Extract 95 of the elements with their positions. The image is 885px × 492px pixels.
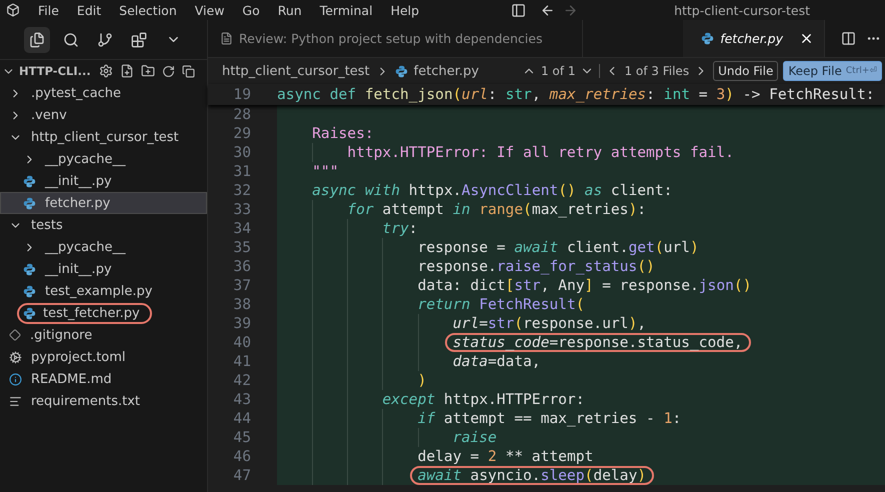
keep-file-button[interactable]: Keep File Ctrl+⏎: [783, 61, 882, 81]
line-number: 44: [232, 409, 252, 428]
line-number: 43: [232, 390, 252, 409]
line-number: 35: [232, 238, 252, 257]
line-number: 36: [232, 257, 252, 276]
line-number: 45: [232, 428, 252, 447]
tree-item[interactable]: .gitignore: [0, 324, 207, 346]
line-number: 19: [232, 85, 252, 104]
line-number: 40: [232, 333, 252, 352]
line-number: 42: [232, 371, 252, 390]
gear-icon: [9, 350, 22, 364]
line-number: 28: [232, 105, 252, 124]
line-number: 47: [232, 466, 252, 485]
tree-item[interactable]: test_example.py: [0, 280, 207, 302]
tree-item[interactable]: __pycache__: [0, 148, 207, 170]
tree-item[interactable]: README.md: [0, 368, 207, 390]
window-title: http-client-cursor-test: [674, 2, 810, 18]
close-icon[interactable]: [799, 31, 814, 46]
code-line: async def fetch_json(url: str, max_retries: int = 3) -> FetchResult:: [277, 85, 875, 104]
line-number: 32: [232, 181, 252, 200]
document-icon: [220, 32, 233, 45]
explorer-title: HTTP-CLI...: [19, 64, 91, 78]
breadcrumb-item[interactable]: fetcher.py: [414, 64, 479, 78]
code-line: Raises:: [311, 124, 375, 143]
code-line: url=str(response.url),: [452, 314, 648, 333]
tree-item[interactable]: __init__.py: [0, 258, 207, 280]
tree-item[interactable]: tests: [0, 214, 207, 236]
code-line: httpx.HTTPError: If all retry attempts fail.: [346, 143, 735, 162]
refresh-icon[interactable]: [162, 64, 175, 78]
new-folder-icon[interactable]: [140, 64, 155, 78]
explorer-icon[interactable]: [24, 26, 50, 52]
file-counter: 1 of 3 Files: [624, 64, 690, 78]
collapse-icon[interactable]: [182, 64, 195, 78]
menu-item[interactable]: Help: [390, 2, 420, 18]
split-editor-icon[interactable]: [841, 31, 856, 46]
menu-item[interactable]: Terminal: [320, 2, 373, 18]
python-icon: [394, 64, 408, 78]
undo-file-button[interactable]: Undo File: [713, 61, 778, 81]
line-number: 31: [232, 162, 252, 181]
code-line: response.raise_for_status(): [416, 257, 656, 276]
menu-item[interactable]: View: [194, 2, 224, 18]
lines-icon: [9, 394, 22, 408]
code-line: data: dict[str, Any] = response.json(): [416, 276, 752, 295]
tree-item[interactable]: fetcher.py: [0, 192, 207, 214]
new-file-icon[interactable]: [120, 64, 134, 78]
cube-logo-icon: [6, 3, 20, 17]
diamond-icon: [9, 329, 21, 341]
menu-item[interactable]: Go: [242, 2, 260, 18]
line-number: 38: [232, 295, 252, 314]
code-line: status_code=response.status_code,: [444, 333, 751, 352]
code-line: response = await client.get(url): [416, 238, 700, 257]
python-icon: [23, 306, 36, 320]
change-counter: 1 of 1: [540, 64, 576, 78]
code-line: try:: [381, 219, 419, 238]
line-number: 39: [232, 314, 252, 333]
editor-tab[interactable]: fetcher.py: [683, 20, 825, 57]
python-icon: [23, 262, 36, 276]
menu-item[interactable]: Run: [278, 2, 302, 18]
tree-item[interactable]: .venv: [0, 104, 207, 126]
code-line: raise: [452, 428, 498, 447]
code-line: async with httpx.AsyncClient() as client:: [311, 181, 674, 200]
tree-item[interactable]: pyproject.toml: [0, 346, 207, 368]
python-icon: [23, 284, 36, 298]
line-number: 46: [232, 447, 252, 466]
info-icon: [9, 372, 22, 386]
forward-arrow-icon[interactable]: [563, 2, 578, 18]
menu-item[interactable]: Selection: [119, 2, 177, 18]
breadcrumb-item[interactable]: http_client_cursor_test: [222, 64, 370, 78]
python-icon: [23, 196, 36, 210]
code-line: data=data,: [452, 352, 542, 371]
code-line: except httpx.HTTPError:: [381, 390, 586, 409]
line-number: 29: [232, 124, 252, 143]
tree-item[interactable]: .pytest_cache: [0, 82, 207, 104]
line-number: 34: [232, 219, 252, 238]
menu-item[interactable]: Edit: [76, 2, 102, 18]
sidebar-toggle-icon[interactable]: [511, 2, 526, 18]
code-line: if attempt == max_retries - 1:: [416, 409, 682, 428]
code-line: delay = 2 ** attempt: [416, 447, 594, 466]
line-number: 33: [232, 200, 252, 219]
python-icon: [701, 32, 714, 45]
line-number: 37: [232, 276, 252, 295]
code-line: await asyncio.sleep(delay): [410, 466, 654, 485]
settings-icon[interactable]: [98, 64, 113, 78]
line-number: 30: [232, 143, 252, 162]
tree-item[interactable]: __pycache__: [0, 236, 207, 258]
code-line: """: [311, 162, 340, 181]
code-line: return FetchResult(: [416, 295, 586, 314]
tree-item[interactable]: http_client_cursor_test: [0, 126, 207, 148]
menu-item[interactable]: File: [38, 2, 59, 18]
python-icon: [23, 174, 36, 188]
code-line: for attempt in range(max_retries):: [346, 200, 648, 219]
line-number: 41: [232, 352, 252, 371]
code-line: ): [416, 371, 428, 390]
tree-item[interactable]: __init__.py: [0, 170, 207, 192]
tree-item[interactable]: requirements.txt: [0, 390, 207, 412]
